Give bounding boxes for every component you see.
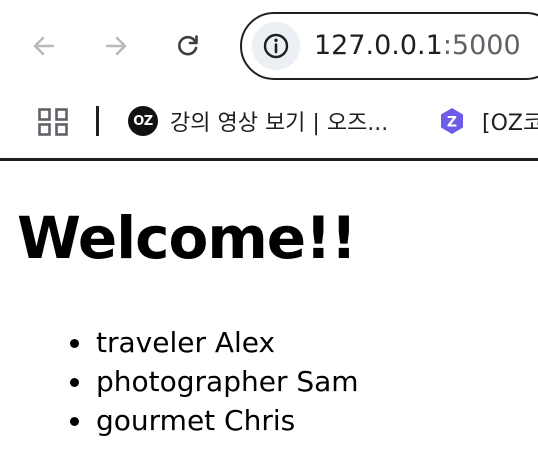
bookmarks-separator xyxy=(96,106,99,136)
reload-button[interactable] xyxy=(168,26,208,66)
list-item: gourmet Chris xyxy=(70,401,359,440)
arrow-right-icon xyxy=(105,36,127,56)
url-host: 127.0.0.1 xyxy=(314,30,443,61)
back-button[interactable] xyxy=(24,26,64,66)
list-item: traveler Alex xyxy=(70,323,359,362)
url-text: 127.0.0.1:5000 xyxy=(314,28,521,64)
arrow-left-icon xyxy=(33,36,55,56)
address-bar[interactable]: 127.0.0.1:5000 xyxy=(240,12,538,80)
page-heading: Welcome!! xyxy=(17,204,357,272)
forward-button[interactable] xyxy=(96,26,136,66)
z-badge-letter: Z xyxy=(447,115,457,131)
info-icon xyxy=(263,33,289,59)
bookmark-oz-code[interactable]: Z [OZ코 xyxy=(438,104,538,138)
member-list: traveler Alex photographer Sam gourmet C… xyxy=(70,323,359,440)
url-port: :5000 xyxy=(442,30,521,61)
bookmark-oz-lectures[interactable]: OZ 강의 영상 보기 | 오즈... xyxy=(128,104,388,138)
bookmark-label: 강의 영상 보기 | 오즈... xyxy=(170,111,389,136)
oz-logo-icon: OZ xyxy=(128,106,158,136)
z-badge-icon: Z xyxy=(438,107,466,135)
browser-toolbar: 127.0.0.1:5000 xyxy=(0,0,538,92)
apps-grid-icon xyxy=(38,108,68,136)
apps-button[interactable] xyxy=(38,108,68,140)
bookmark-label: [OZ코 xyxy=(482,111,538,136)
list-item: photographer Sam xyxy=(70,362,359,401)
reload-icon xyxy=(178,35,198,56)
site-info-button[interactable] xyxy=(252,22,300,70)
page-content: Welcome!! traveler Alex photographer Sam… xyxy=(0,161,538,466)
